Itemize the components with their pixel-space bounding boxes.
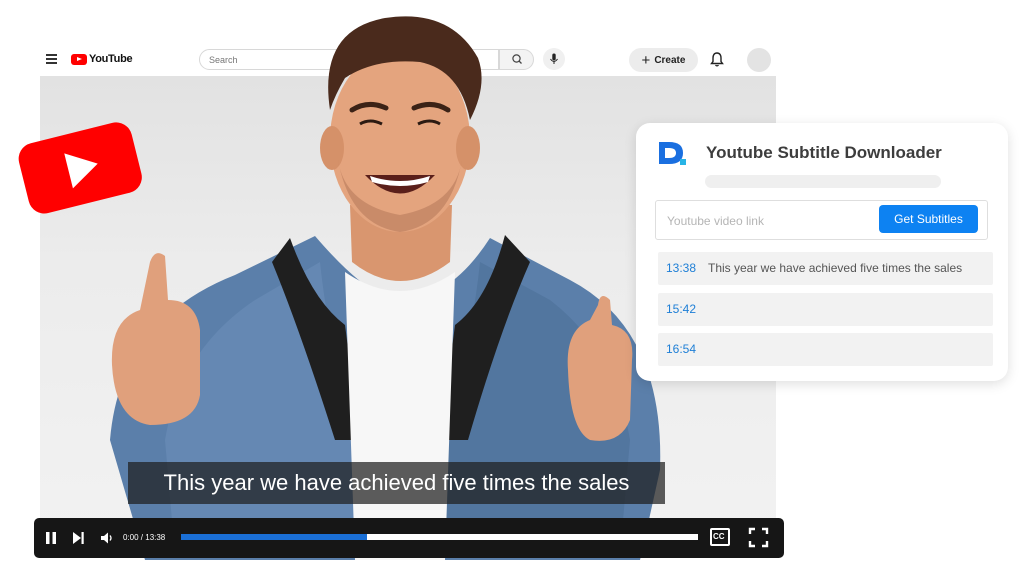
youtube-logo-icon xyxy=(18,122,142,214)
subtitle-timestamp[interactable]: 16:54 xyxy=(666,342,696,356)
subtitle-row[interactable]: 16:54 xyxy=(658,333,993,366)
next-icon[interactable] xyxy=(72,531,85,545)
downloader-title: Youtube Subtitle Downloader xyxy=(706,143,942,162)
subtitle-timestamp[interactable]: 15:42 xyxy=(666,302,696,316)
video-link-field: Get Subtitles xyxy=(655,200,988,240)
cc-button[interactable]: CC xyxy=(710,528,730,546)
get-subtitles-button[interactable]: Get Subtitles xyxy=(879,205,978,233)
subtitle-timestamp[interactable]: 13:38 xyxy=(666,261,696,275)
placeholder-bar xyxy=(705,175,941,188)
progress-bar[interactable] xyxy=(181,534,698,540)
time-display: 0:00 / 13:38 xyxy=(123,533,166,542)
video-subtitle: This year we have achieved five times th… xyxy=(128,462,665,504)
volume-icon[interactable] xyxy=(100,531,114,545)
subtitle-downloader-card: Youtube Subtitle Downloader Get Subtitle… xyxy=(636,123,1008,381)
pause-icon[interactable] xyxy=(45,531,57,545)
subtitle-text: This year we have achieved five times th… xyxy=(708,261,963,275)
downloader-logo-icon xyxy=(659,142,686,165)
subtitle-row[interactable]: 13:38 This year we have achieved five ti… xyxy=(658,252,993,285)
progress-fill xyxy=(181,534,368,540)
player-control-bar: 0:00 / 13:38 CC xyxy=(34,518,784,558)
cc-icon: CC xyxy=(713,532,725,541)
fullscreen-icon[interactable] xyxy=(748,527,769,548)
subtitle-row[interactable]: 15:42 xyxy=(658,293,993,326)
video-link-input[interactable] xyxy=(665,210,869,232)
